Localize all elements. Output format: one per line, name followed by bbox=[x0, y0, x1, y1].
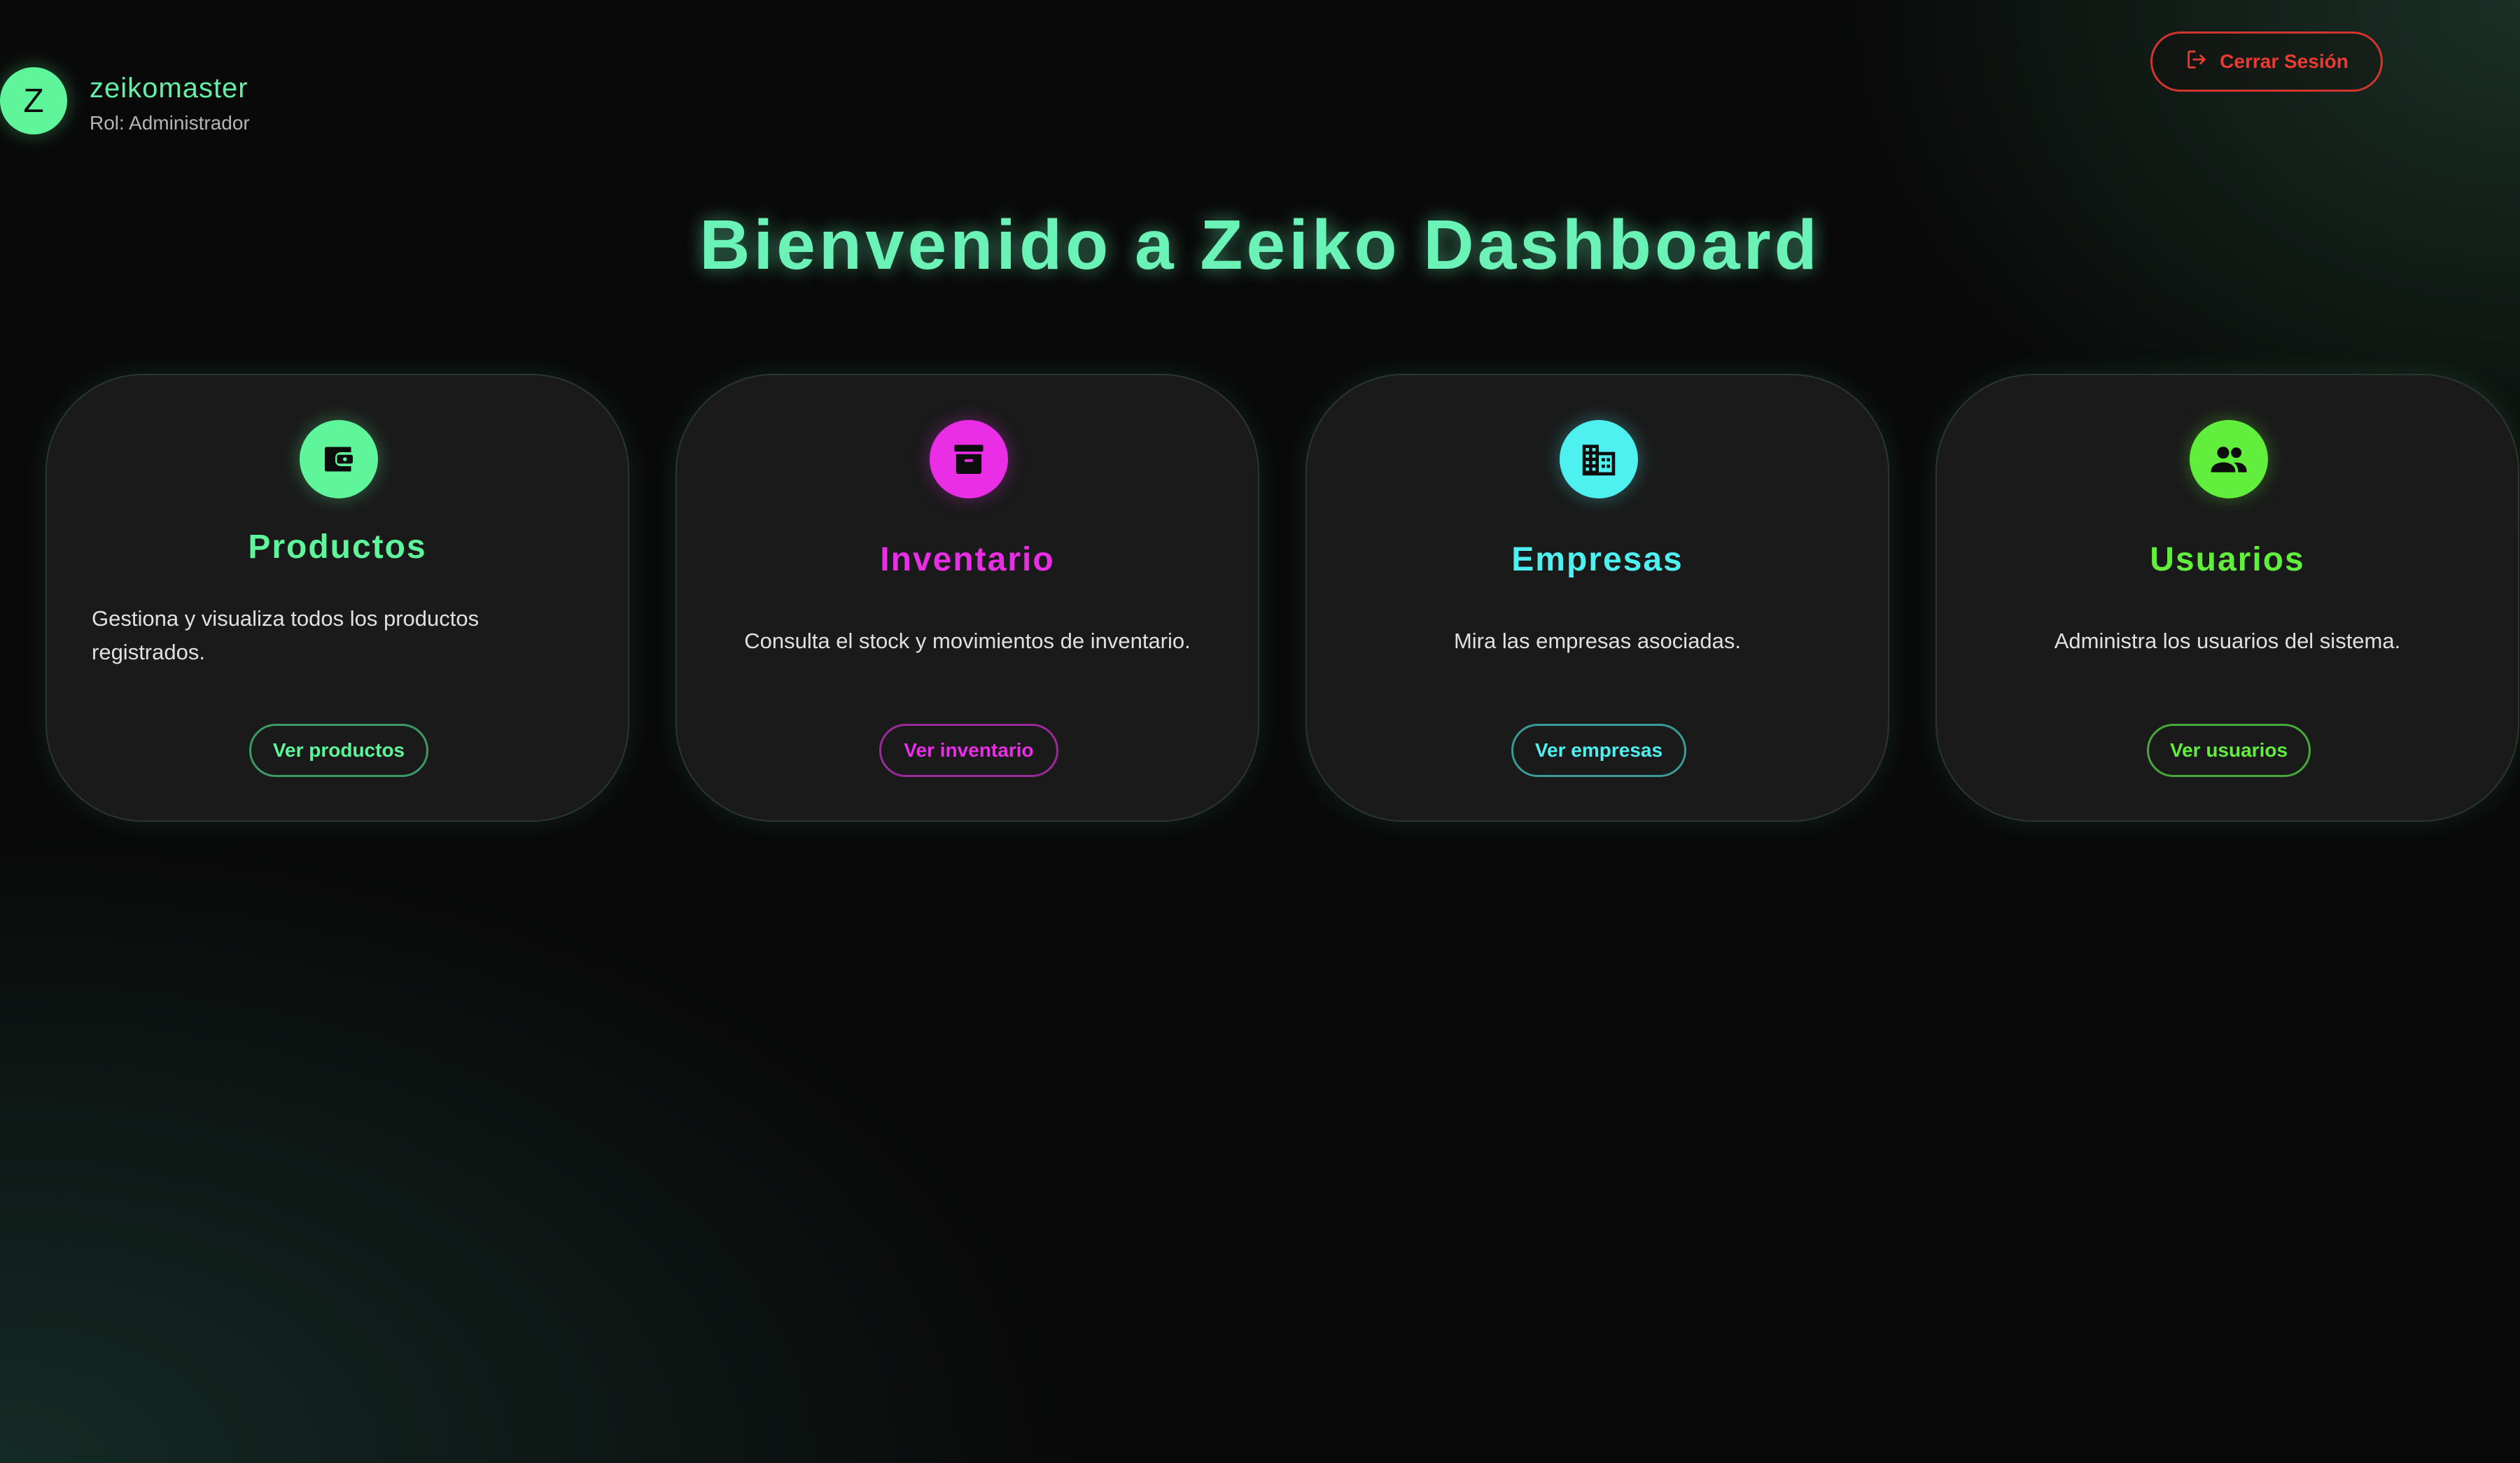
card-productos: Productos Gestiona y visualiza todos los… bbox=[46, 374, 629, 822]
view-products-button[interactable]: Ver productos bbox=[249, 724, 428, 777]
user-name: zeikomaster bbox=[90, 73, 248, 104]
card-title: Productos bbox=[248, 528, 427, 566]
card-description: Gestiona y visualiza todos los productos… bbox=[92, 606, 479, 664]
user-profile: Z zeikomaster Rol: Administrador bbox=[0, 67, 250, 134]
archive-box-icon bbox=[930, 420, 1008, 498]
users-icon bbox=[2190, 420, 2268, 498]
card-empresas: Empresas Mira las empresas asociadas. Ve… bbox=[1306, 374, 1889, 822]
view-users-button[interactable]: Ver usuarios bbox=[2147, 724, 2311, 777]
view-inventory-button[interactable]: Ver inventario bbox=[879, 724, 1058, 777]
wallet-icon bbox=[300, 420, 378, 498]
card-title: Usuarios bbox=[2150, 541, 2305, 578]
card-title: Inventario bbox=[880, 541, 1055, 578]
user-role: Rol: Administrador bbox=[90, 112, 250, 134]
card-inventario: Inventario Consulta el stock y movimient… bbox=[676, 374, 1259, 822]
avatar: Z bbox=[0, 67, 67, 134]
card-description: Mira las empresas asociadas. bbox=[1453, 629, 1742, 653]
card-description: Consulta el stock y movimientos de inven… bbox=[744, 629, 1191, 653]
logout-button[interactable]: Cerrar Sesión bbox=[2150, 31, 2383, 92]
page-title: Bienvenido a Zeiko Dashboard bbox=[699, 206, 1821, 284]
building-icon bbox=[1560, 420, 1638, 498]
card-description: Administra los usuarios del sistema. bbox=[2054, 629, 2401, 653]
logout-icon bbox=[2185, 48, 2220, 76]
card-title: Empresas bbox=[1511, 541, 1684, 578]
user-info: zeikomaster Rol: Administrador bbox=[90, 71, 250, 134]
view-companies-button[interactable]: Ver empresas bbox=[1511, 724, 1686, 777]
logout-label: Cerrar Sesión bbox=[2220, 50, 2348, 72]
card-usuarios: Usuarios Administra los usuarios del sis… bbox=[1935, 374, 2519, 822]
